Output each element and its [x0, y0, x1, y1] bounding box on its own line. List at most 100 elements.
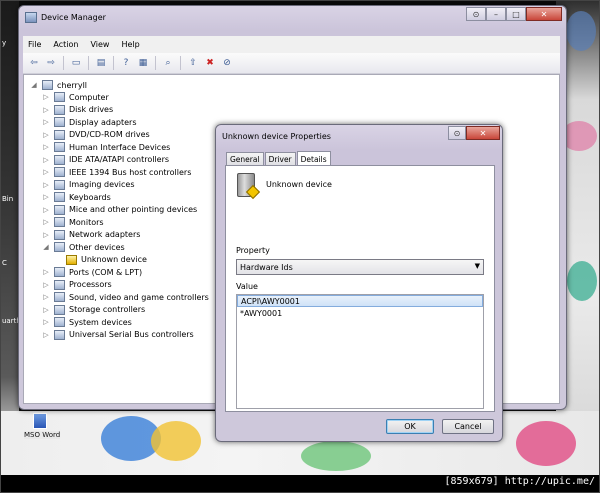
tree-item-disk-drives[interactable]: ▷ Disk drives: [42, 104, 113, 116]
collapse-arrow-icon[interactable]: ◢: [30, 81, 38, 89]
tree-item-label: IDE ATA/ATAPI controllers: [69, 155, 170, 164]
tree-item-dvd-drives[interactable]: ▷ DVD/CD-ROM drives: [42, 129, 150, 141]
tree-item-monitors[interactable]: ▷ Monitors: [42, 216, 104, 228]
tree-item-label: Network adapters: [69, 230, 141, 239]
desktop-icon-mso-word[interactable]: MSO Word: [24, 411, 61, 441]
tree-item-label: System devices: [69, 317, 132, 327]
desktop-side-label: y: [2, 39, 7, 47]
tree-item-ports[interactable]: ▷ Ports (COM & LPT): [42, 266, 142, 278]
expand-arrow-icon[interactable]: ▷: [42, 93, 50, 101]
tree-item-label: Monitors: [69, 217, 104, 227]
close-button[interactable]: ✕: [526, 7, 562, 21]
tree-item-label: Display adapters: [69, 117, 137, 127]
expand-arrow-icon[interactable]: ▷: [42, 306, 50, 314]
maximize-button[interactable]: □: [506, 7, 526, 21]
unknown-device-properties-dialog: Unknown device Properties ⊙ ✕ General Dr…: [215, 124, 503, 442]
tree-item-network-adapters[interactable]: ▷ Network adapters: [42, 229, 140, 241]
expand-arrow-icon[interactable]: ▷: [42, 268, 50, 276]
tree-item-computer[interactable]: ▷ Computer: [42, 91, 109, 103]
minimize-button[interactable]: –: [486, 7, 506, 21]
uninstall-icon[interactable]: ✖: [203, 56, 217, 70]
update-driver-icon[interactable]: ⇧: [186, 56, 200, 70]
expand-arrow-icon[interactable]: ▷: [42, 231, 50, 239]
display-adapter-icon: [54, 117, 65, 127]
expand-arrow-icon[interactable]: ▷: [42, 193, 50, 201]
expand-arrow-icon[interactable]: ▷: [42, 156, 50, 164]
menu-view[interactable]: View: [90, 40, 109, 49]
tree-root[interactable]: ◢ cherryll: [30, 79, 87, 91]
value-item[interactable]: ACPI\AWY0001: [237, 295, 483, 307]
tree-item-imaging-devices[interactable]: ▷ Imaging devices: [42, 179, 135, 191]
tree-item-label: Disk drives: [69, 105, 114, 114]
value-label: Value: [236, 282, 258, 291]
expand-arrow-icon[interactable]: ▷: [42, 281, 50, 289]
value-item[interactable]: *AWY0001: [237, 307, 483, 319]
collapse-arrow-icon[interactable]: ◢: [42, 243, 50, 251]
scan-hardware-icon[interactable]: ⌕: [161, 56, 175, 70]
mouse-icon: [54, 204, 65, 215]
expand-arrow-icon[interactable]: ▷: [42, 331, 50, 339]
property-dropdown[interactable]: Hardware Ids ▼: [236, 259, 484, 275]
chevron-down-icon[interactable]: ▼: [475, 262, 480, 270]
sound-icon: [54, 292, 65, 302]
tab-driver[interactable]: Driver: [264, 152, 296, 165]
restore-icon[interactable]: ⊙: [448, 126, 466, 140]
expand-arrow-icon[interactable]: ▷: [42, 318, 50, 326]
show-hidden-icon[interactable]: ▦: [136, 56, 150, 70]
value-list[interactable]: ACPI\AWY0001 *AWY0001: [236, 294, 484, 409]
help-icon[interactable]: ?: [119, 56, 133, 70]
wallpaper-decoration: [151, 421, 201, 461]
wallpaper-decoration: [301, 441, 371, 471]
title-bar[interactable]: Unknown device Properties: [222, 128, 331, 144]
window-title: Device Manager: [41, 12, 106, 22]
ok-button[interactable]: OK: [386, 419, 434, 434]
expand-arrow-icon[interactable]: ▷: [42, 106, 50, 114]
tree-item-label: Keyboards: [69, 192, 111, 202]
tree-item-label: Mice and other pointing devices: [69, 205, 198, 214]
tree-item-ieee1394[interactable]: ▷ IEEE 1394 Bus host controllers: [42, 166, 191, 178]
tree-item-usb-controllers[interactable]: ▷ Universal Serial Bus controllers: [42, 329, 194, 341]
back-arrow-icon[interactable]: ⇦: [27, 56, 41, 70]
tree-item-sound[interactable]: ▷ Sound, video and game controllers: [42, 291, 209, 303]
tab-details[interactable]: Details: [296, 151, 331, 166]
usb-icon: [54, 329, 65, 340]
expand-arrow-icon[interactable]: ▷: [42, 118, 50, 126]
toolbar-separator: [88, 56, 89, 70]
word-document-icon: [33, 413, 47, 429]
ieee1394-icon: [54, 167, 65, 177]
close-button[interactable]: ✕: [466, 126, 500, 140]
expand-arrow-icon[interactable]: ▷: [42, 293, 50, 301]
tree-item-storage-controllers[interactable]: ▷ Storage controllers: [42, 304, 145, 316]
expand-arrow-icon[interactable]: ▷: [42, 181, 50, 189]
expand-arrow-icon[interactable]: ▷: [42, 131, 50, 139]
tree-item-system-devices[interactable]: ▷ System devices: [42, 316, 132, 328]
expand-arrow-icon[interactable]: ▷: [42, 218, 50, 226]
tree-item-other-devices[interactable]: ◢ Other devices: [42, 241, 125, 253]
title-bar[interactable]: Device Manager: [25, 9, 106, 25]
tree-item-hid[interactable]: ▷ Human Interface Devices: [42, 141, 170, 153]
menu-action[interactable]: Action: [53, 40, 78, 49]
tree-item-unknown-device[interactable]: Unknown device: [66, 254, 147, 266]
menu-help[interactable]: Help: [121, 40, 139, 49]
tree-item-label: IEEE 1394 Bus host controllers: [69, 167, 192, 177]
expand-arrow-icon[interactable]: ▷: [42, 206, 50, 214]
restore-icon[interactable]: ⊙: [466, 7, 486, 21]
tree-item-display-adapters[interactable]: ▷ Display adapters: [42, 116, 137, 128]
expand-arrow-icon[interactable]: ▷: [42, 168, 50, 176]
ide-controller-icon: [54, 154, 65, 165]
tree-item-processors[interactable]: ▷ Processors: [42, 279, 112, 291]
tree-item-label: Universal Serial Bus controllers: [69, 330, 194, 339]
tree-item-ide-controllers[interactable]: ▷ IDE ATA/ATAPI controllers: [42, 154, 169, 166]
menu-file[interactable]: File: [28, 40, 41, 49]
forward-arrow-icon[interactable]: ⇨: [44, 56, 58, 70]
show-hide-console-tree-icon[interactable]: ▭: [69, 56, 83, 70]
tree-item-label: Unknown device: [81, 255, 147, 264]
disable-icon[interactable]: ⊘: [220, 56, 234, 70]
other-devices-icon: [54, 242, 65, 252]
tab-general[interactable]: General: [226, 152, 264, 165]
properties-icon[interactable]: ▤: [94, 56, 108, 70]
tree-item-mice[interactable]: ▷ Mice and other pointing devices: [42, 204, 197, 216]
tree-item-keyboards[interactable]: ▷ Keyboards: [42, 191, 111, 203]
cancel-button[interactable]: Cancel: [442, 419, 494, 434]
expand-arrow-icon[interactable]: ▷: [42, 143, 50, 151]
